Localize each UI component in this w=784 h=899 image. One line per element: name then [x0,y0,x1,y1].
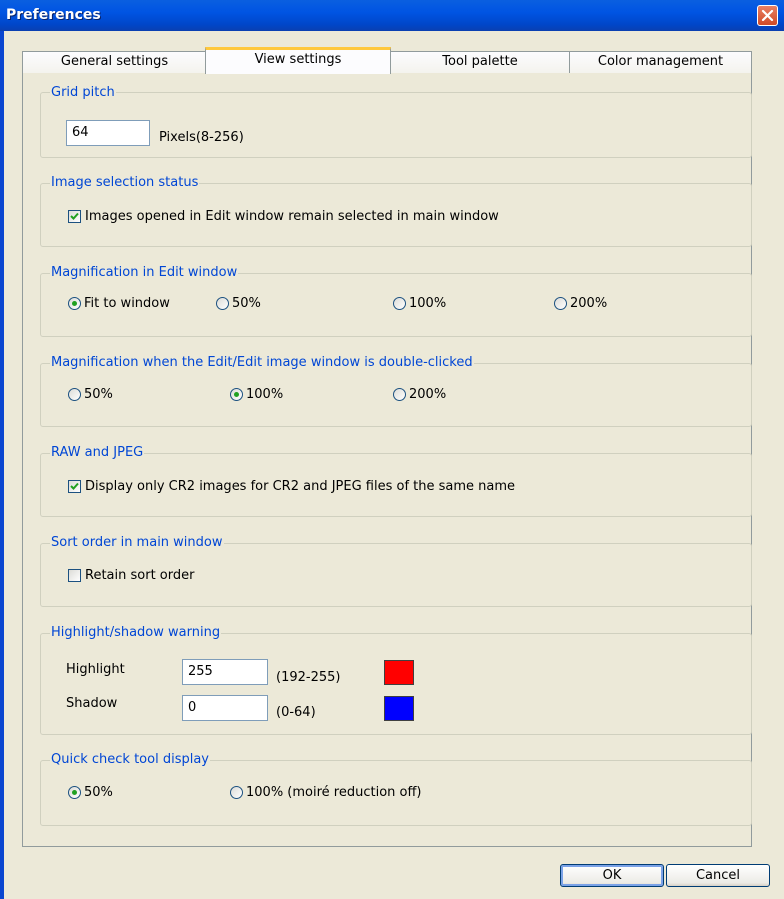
tab-color-management[interactable]: Color management [569,51,752,73]
highlight-input[interactable]: 255 [182,659,268,685]
tab-view-settings[interactable]: View settings [205,47,391,74]
warning-legend: Highlight/shadow warning [50,625,222,640]
quick-check-legend: Quick check tool display [50,752,210,767]
close-icon [761,9,774,22]
title-bar[interactable]: Preferences [0,0,784,31]
check-icon [70,212,79,220]
radio-quick-50-label: 50% [84,785,113,800]
magnification-edit-legend: Magnification in Edit window [50,265,239,280]
highlight-label: Highlight [66,662,125,677]
radio-edit-200[interactable] [554,297,567,310]
radio-edit-100-label: 100% [409,296,447,311]
raw-jpeg-checkbox[interactable] [68,480,81,493]
cancel-button[interactable]: Cancel [666,864,770,887]
highlight-color-swatch[interactable] [384,660,414,685]
retain-sort-order-label: Retain sort order [85,568,195,583]
retain-sort-order-checkbox[interactable] [68,569,81,582]
radio-quick-100-label: 100% (moiré reduction off) [246,785,422,800]
image-selection-checkbox[interactable] [68,210,81,223]
grid-pitch-input[interactable]: 64 [66,120,150,146]
radio-dblclick-100[interactable] [230,388,243,401]
tab-tool-palette[interactable]: Tool palette [390,51,570,73]
radio-dblclick-50[interactable] [68,388,81,401]
radio-dblclick-200[interactable] [393,388,406,401]
grid-pitch-unit-label: Pixels(8-256) [159,130,244,145]
radio-quick-50[interactable] [68,786,81,799]
radio-fit-to-window-label: Fit to window [84,296,170,311]
magnification-dblclick-legend: Magnification when the Edit/Edit image w… [50,355,474,370]
check-icon [70,482,79,490]
sort-order-legend: Sort order in main window [50,535,224,550]
raw-jpeg-label: Display only CR2 images for CR2 and JPEG… [85,479,516,494]
highlight-range-label: (192-255) [276,670,341,685]
ok-button[interactable]: OK [560,864,664,887]
raw-jpeg-legend: RAW and JPEG [50,445,145,460]
radio-edit-100[interactable] [393,297,406,310]
radio-dblclick-50-label: 50% [84,387,113,402]
radio-selected-dot [72,301,77,306]
preferences-dialog: Preferences General settings View settin… [0,0,784,899]
window-title: Preferences [6,7,101,23]
shadow-range-label: (0-64) [276,705,316,720]
shadow-label: Shadow [66,696,118,711]
tab-strip: General settings View settings Tool pale… [22,47,752,74]
radio-fit-to-window[interactable] [68,297,81,310]
image-selection-label: Images opened in Edit window remain sele… [85,209,499,224]
shadow-color-swatch[interactable] [384,696,414,721]
grid-pitch-legend: Grid pitch [50,85,116,100]
window-frame [0,31,4,899]
radio-dblclick-200-label: 200% [409,387,447,402]
radio-edit-50-label: 50% [232,296,261,311]
image-selection-legend: Image selection status [50,175,200,190]
radio-selected-dot [72,790,77,795]
tab-general-settings[interactable]: General settings [22,51,207,73]
radio-quick-100[interactable] [230,786,243,799]
shadow-input[interactable]: 0 [182,695,268,721]
radio-selected-dot [234,392,239,397]
radio-edit-200-label: 200% [570,296,608,311]
radio-edit-50[interactable] [216,297,229,310]
radio-dblclick-100-label: 100% [246,387,284,402]
close-button[interactable] [757,5,778,26]
